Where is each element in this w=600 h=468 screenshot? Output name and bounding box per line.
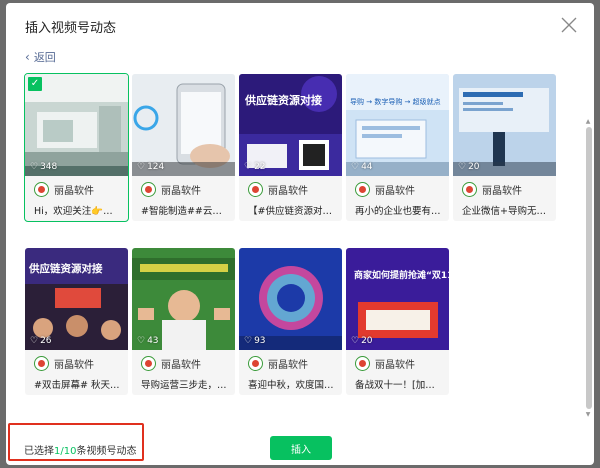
post-card[interactable]: 导购 → 数字导购 → 超级就点 ♡ 44 丽晶软件 再小的企业也要有自... <box>346 74 449 221</box>
post-author: 丽晶软件 <box>453 176 556 198</box>
avatar <box>141 181 156 197</box>
post-thumbnail: ♡ 20 <box>453 74 556 176</box>
back-label: 返回 <box>33 51 56 64</box>
post-thumbnail: 商家如何提前抢滩“双11” ♡ 20 <box>346 248 449 350</box>
post-card[interactable]: ♡ 93 丽晶软件 喜迎中秋，欢度国庆... <box>239 248 342 395</box>
avatar <box>34 355 49 371</box>
vertical-scrollbar[interactable] <box>586 127 592 409</box>
heart-icon: ♡ <box>458 162 467 172</box>
post-author: 丽晶软件 <box>25 176 128 198</box>
likes-count: ♡ 43 <box>137 336 159 346</box>
post-caption: 再小的企业也要有自... <box>355 206 449 217</box>
likes-count: ♡ 22 <box>244 162 266 172</box>
post-author: 丽晶软件 <box>132 176 235 198</box>
post-card[interactable]: ✓ ♡ 348 丽晶软件 Hi，欢迎关注👉@丽... <box>24 73 129 222</box>
scroll-down-arrow-icon[interactable]: ▼ <box>584 411 592 418</box>
selection-status: 已选择1/10条视频号动态 <box>24 446 137 457</box>
insert-channel-post-dialog: 插入视频号动态 ‹ 返回 ✓ ♡ 348 丽晶软件 Hi，欢迎关注👉@丽... … <box>6 3 594 465</box>
likes-count: ♡ 20 <box>458 162 480 172</box>
thumbnail-headline: 导购 → 数字导购 → 超级就点 <box>350 97 441 106</box>
close-icon[interactable] <box>560 16 578 34</box>
heart-icon: ♡ <box>30 336 39 346</box>
likes-count: ♡ 348 <box>30 162 58 172</box>
author-name: 丽晶软件 <box>161 185 201 197</box>
post-card[interactable]: 供应链资源对接 ♡ 22 丽晶软件 【#供应链资源对接... <box>239 74 342 221</box>
likes-count: ♡ 20 <box>351 336 373 346</box>
post-author: 丽晶软件 <box>346 176 449 198</box>
author-name: 丽晶软件 <box>482 185 522 197</box>
chevron-left-icon: ‹ <box>25 50 30 64</box>
post-caption: 喜迎中秋，欢度国庆... <box>248 380 342 391</box>
scroll-up-arrow-icon[interactable]: ▲ <box>584 118 592 125</box>
thumbnail-headline: 商家如何提前抢滩“双11” <box>354 269 449 281</box>
post-author: 丽晶软件 <box>346 350 449 372</box>
post-caption: Hi，欢迎关注👉@丽... <box>34 206 128 217</box>
post-card[interactable]: ♡ 124 丽晶软件 #智能制造##云供应... <box>132 74 235 221</box>
author-name: 丽晶软件 <box>268 185 308 197</box>
avatar <box>355 355 370 371</box>
post-caption: 企业微信+导购无忧... <box>462 206 556 217</box>
likes-count: ♡ 44 <box>351 162 373 172</box>
post-thumbnail: ✓ ♡ 348 <box>25 74 128 176</box>
post-thumbnail: 供应链资源对接 ♡ 26 <box>25 248 128 350</box>
insert-button[interactable]: 插入 <box>270 436 332 460</box>
post-thumbnail: ♡ 93 <box>239 248 342 350</box>
post-caption: 导购运营三步走，实... <box>141 380 235 391</box>
avatar <box>462 181 477 197</box>
post-author: 丽晶软件 <box>239 176 342 198</box>
avatar <box>248 181 263 197</box>
likes-count: ♡ 93 <box>244 336 266 346</box>
post-thumbnail: ♡ 43 <box>132 248 235 350</box>
heart-icon: ♡ <box>351 162 360 172</box>
heart-icon: ♡ <box>30 162 39 172</box>
likes-count: ♡ 124 <box>137 162 165 172</box>
post-thumbnail: 供应链资源对接 ♡ 22 <box>239 74 342 176</box>
post-card[interactable]: 供应链资源对接 ♡ 26 丽晶软件 #双击屏幕# 秋天的第... <box>25 248 128 395</box>
heart-icon: ♡ <box>351 336 360 346</box>
post-grid: ✓ ♡ 348 丽晶软件 Hi，欢迎关注👉@丽... ♡ 124 丽晶软件 #智… <box>6 71 594 421</box>
author-name: 丽晶软件 <box>54 359 94 371</box>
avatar <box>248 355 263 371</box>
avatar <box>141 355 156 371</box>
back-link[interactable]: ‹ 返回 <box>25 49 56 65</box>
post-card[interactable]: ♡ 20 丽晶软件 企业微信+导购无忧... <box>453 74 556 221</box>
avatar <box>34 181 49 197</box>
author-name: 丽晶软件 <box>375 185 415 197</box>
post-card[interactable]: ♡ 43 丽晶软件 导购运营三步走，实... <box>132 248 235 395</box>
heart-icon: ♡ <box>137 336 146 346</box>
likes-count: ♡ 26 <box>30 336 52 346</box>
post-thumbnail: ♡ 124 <box>132 74 235 176</box>
author-name: 丽晶软件 <box>375 359 415 371</box>
selected-check-icon: ✓ <box>28 77 42 91</box>
post-caption: 【#供应链资源对接... <box>248 206 342 217</box>
avatar <box>355 181 370 197</box>
dialog-title: 插入视频号动态 <box>25 21 117 36</box>
thumbnail-headline: 供应链资源对接 <box>28 262 103 275</box>
author-name: 丽晶软件 <box>54 185 94 197</box>
thumbnail-headline: 供应链资源对接 <box>244 93 322 107</box>
author-name: 丽晶软件 <box>161 359 201 371</box>
heart-icon: ♡ <box>244 162 253 172</box>
heart-icon: ♡ <box>244 336 253 346</box>
author-name: 丽晶软件 <box>268 359 308 371</box>
post-caption: 备战双十一！[加油]... <box>355 380 448 391</box>
post-caption: #智能制造##云供应... <box>141 206 235 217</box>
post-caption: #双击屏幕# 秋天的第... <box>34 380 128 391</box>
post-author: 丽晶软件 <box>132 350 235 372</box>
post-author: 丽晶软件 <box>239 350 342 372</box>
post-author: 丽晶软件 <box>25 350 128 372</box>
post-thumbnail: 导购 → 数字导购 → 超级就点 ♡ 44 <box>346 74 449 176</box>
heart-icon: ♡ <box>137 162 146 172</box>
post-card[interactable]: 商家如何提前抢滩“双11” ♡ 20 丽晶软件 备战双十一！[加油]... <box>346 248 449 395</box>
